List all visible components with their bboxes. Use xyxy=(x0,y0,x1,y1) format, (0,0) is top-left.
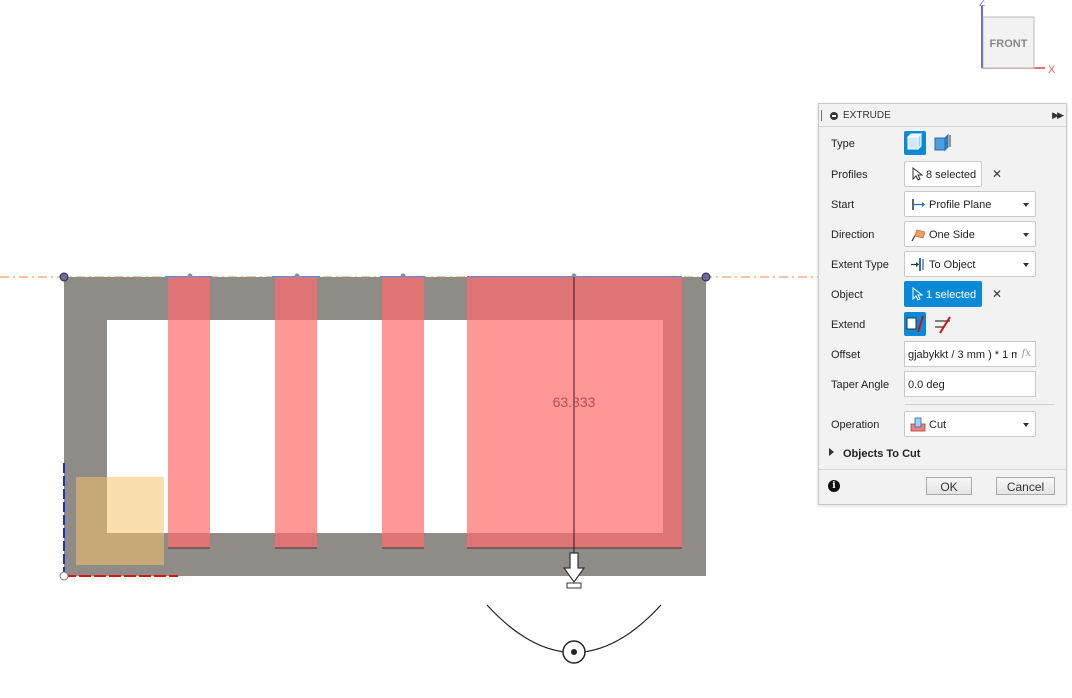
corner-point-left[interactable] xyxy=(59,272,69,282)
to-object-icon xyxy=(911,258,924,271)
extent-type-label: Extent Type xyxy=(831,259,889,271)
extent-type-dropdown[interactable]: To Object xyxy=(904,251,1036,277)
expand-triangle-icon xyxy=(829,448,834,456)
extrude-dialog-header[interactable]: EXTRUDE ▶▶ xyxy=(819,104,1066,127)
profiles-row: Profiles 8 selected ✕ xyxy=(819,161,1066,189)
extend-row: Extend xyxy=(819,311,1066,339)
ok-button[interactable]: OK xyxy=(926,477,972,495)
operation-value: Cut xyxy=(929,419,947,431)
operation-row: Operation Cut xyxy=(819,411,1066,439)
direction-label: Direction xyxy=(831,229,875,241)
cancel-button[interactable]: Cancel xyxy=(996,477,1055,495)
chevron-down-icon xyxy=(1023,263,1029,267)
profiles-value: 8 selected xyxy=(926,169,977,181)
objects-to-cut-toggle[interactable]: Objects To Cut xyxy=(829,448,920,460)
drag-grip-icon[interactable] xyxy=(821,110,822,121)
expand-dialog-icon[interactable]: ▶▶ xyxy=(1052,110,1064,121)
profiles-label: Profiles xyxy=(831,169,868,181)
solid-extrude-icon xyxy=(906,132,923,151)
cut-slot-2 xyxy=(275,277,317,548)
start-value: Profile Plane xyxy=(929,199,992,211)
dialog-title: EXTRUDE xyxy=(843,110,891,121)
object-value: 1 selected xyxy=(926,289,977,301)
type-thin-button[interactable] xyxy=(932,131,954,155)
taper-angle-input[interactable]: 0.0 deg xyxy=(904,371,1036,397)
extend-minimum-button[interactable] xyxy=(932,312,954,336)
taper-angle-label: Taper Angle xyxy=(831,379,890,391)
direction-row: Direction One Side xyxy=(819,221,1066,249)
chevron-down-icon xyxy=(1023,203,1029,207)
collapse-dialog-icon[interactable] xyxy=(830,112,838,120)
taper-angle-handle[interactable] xyxy=(562,640,586,664)
view-cube-axis-z-label: Z xyxy=(979,0,985,9)
direction-dropdown[interactable]: One Side xyxy=(904,221,1036,247)
view-cube-axis-x-label: X xyxy=(1048,64,1056,76)
extend-minimum-icon xyxy=(935,316,951,334)
direction-value: One Side xyxy=(929,229,975,241)
chevron-down-icon xyxy=(1023,423,1029,427)
start-dropdown[interactable]: Profile Plane xyxy=(904,191,1036,217)
one-side-icon xyxy=(911,229,926,242)
dimension-value[interactable]: 63.333 xyxy=(553,394,596,410)
extend-faces-icon xyxy=(906,315,924,333)
dialog-footer: i OK Cancel xyxy=(819,469,1066,504)
profile-plane-icon xyxy=(912,199,925,210)
extend-faces-button[interactable] xyxy=(904,312,926,336)
origin-point[interactable] xyxy=(59,571,69,581)
offset-label: Offset xyxy=(831,349,861,361)
start-row: Start Profile Plane xyxy=(819,191,1066,219)
selected-face-highlight[interactable] xyxy=(76,477,164,565)
profiles-selection[interactable]: 8 selected xyxy=(904,161,982,187)
corner-point-right[interactable] xyxy=(701,272,711,282)
object-selection[interactable]: 1 selected xyxy=(904,281,982,307)
extrude-dialog[interactable]: EXTRUDE ▶▶ Type Profiles 8 selected ✕ St… xyxy=(818,103,1067,505)
cut-slot-1 xyxy=(168,277,210,548)
taper-angle-row: Taper Angle 0.0 deg xyxy=(819,371,1066,399)
view-cube-face-label: FRONT xyxy=(990,38,1028,50)
thin-extrude-icon xyxy=(934,133,951,152)
objects-to-cut-label: Objects To Cut xyxy=(843,448,921,460)
offset-input[interactable]: gjabykkt / 3 mm ) * 1 mm fx xyxy=(904,341,1036,367)
operation-label: Operation xyxy=(831,419,880,431)
clear-object-icon[interactable]: ✕ xyxy=(992,287,1002,301)
offset-value: gjabykkt / 3 mm ) * 1 mm xyxy=(908,349,1017,361)
clear-profiles-icon[interactable]: ✕ xyxy=(992,167,1002,181)
operation-dropdown[interactable]: Cut xyxy=(904,411,1036,437)
type-solid-button[interactable] xyxy=(904,131,926,155)
object-label: Object xyxy=(831,289,863,301)
function-icon[interactable]: fx xyxy=(1022,348,1031,359)
type-label: Type xyxy=(831,138,855,150)
divider xyxy=(905,404,1054,405)
info-icon[interactable]: i xyxy=(828,480,840,492)
cursor-arrow-icon xyxy=(912,287,923,301)
cut-operation-icon xyxy=(910,417,926,432)
cursor-arrow-icon xyxy=(912,167,923,181)
object-row: Object 1 selected ✕ xyxy=(819,281,1066,309)
chevron-down-icon xyxy=(1023,233,1029,237)
offset-row: Offset gjabykkt / 3 mm ) * 1 mm fx xyxy=(819,341,1066,369)
start-label: Start xyxy=(831,199,855,211)
cut-slot-3 xyxy=(382,277,424,548)
view-cube[interactable]: Z X FRONT xyxy=(975,0,1070,80)
taper-angle-value: 0.0 deg xyxy=(908,379,945,391)
extend-label: Extend xyxy=(831,319,866,331)
type-row: Type xyxy=(819,130,1066,158)
extent-type-row: Extent Type To Object xyxy=(819,251,1066,279)
extent-type-value: To Object xyxy=(929,259,976,271)
